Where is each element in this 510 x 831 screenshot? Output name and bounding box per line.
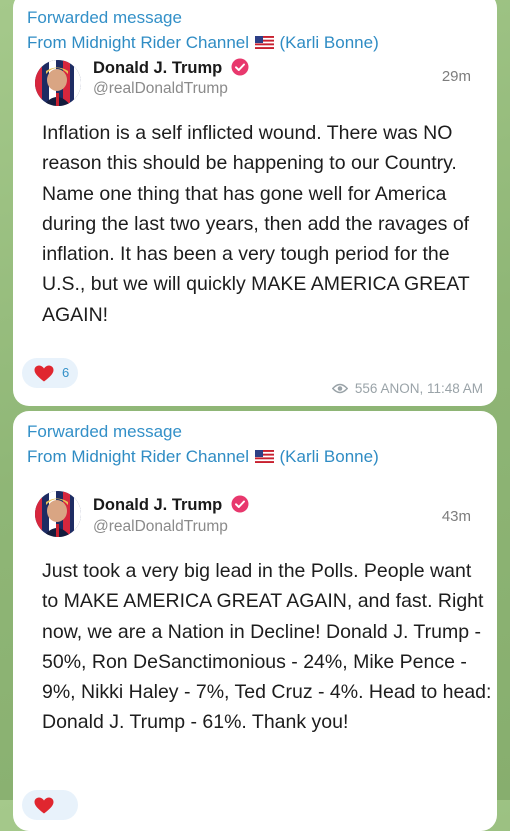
post-time: 43m	[441, 508, 471, 525]
view-count: 556	[354, 381, 378, 396]
message-bubble[interactable]: Forwarded message From Midnight Rider Ch…	[13, 0, 497, 406]
author-name: Donald J. Trump	[93, 59, 223, 77]
message-meta: 556 ANON, 11:48 AM	[332, 381, 483, 396]
verified-badge-icon	[231, 58, 249, 76]
forwarded-label: Forwarded message	[27, 422, 182, 441]
forward-source-channel: From Midnight Rider Channel	[27, 33, 250, 52]
us-flag-icon	[254, 450, 274, 463]
forward-source-link[interactable]: From Midnight Rider Channel (Karli Bonne…	[27, 447, 379, 467]
forward-source-author: (Karli Bonne)	[279, 447, 379, 466]
forward-source-author: (Karli Bonne)	[279, 33, 379, 52]
avatar[interactable]	[35, 491, 81, 537]
post-time: 29m	[441, 68, 471, 85]
forward-source-channel: From Midnight Rider Channel	[27, 447, 250, 466]
post-author[interactable]: Donald J. Trump	[93, 58, 249, 78]
post-card: Donald J. Trump @realDonaldTrump 43m Jus…	[21, 489, 491, 769]
forward-source-link[interactable]: From Midnight Rider Channel (Karli Bonne…	[27, 33, 379, 53]
reaction-button[interactable]: 6	[22, 358, 78, 388]
message-signature: ANON, 11:48 AM	[380, 381, 483, 396]
post-card: Donald J. Trump @realDonaldTrump 29m Inf…	[21, 58, 491, 358]
post-handle[interactable]: @realDonaldTrump	[93, 518, 228, 536]
post-text: Inflation is a self inflicted wound. The…	[42, 122, 470, 326]
red-heart-icon	[34, 365, 54, 382]
post-handle[interactable]: @realDonaldTrump	[93, 80, 228, 98]
author-name: Donald J. Trump	[93, 496, 223, 514]
avatar[interactable]	[35, 60, 81, 106]
verified-badge-icon	[231, 495, 249, 513]
reaction-button[interactable]	[22, 790, 78, 820]
reaction-count: 6	[62, 365, 70, 380]
forwarded-label: Forwarded message	[27, 8, 182, 27]
message-bubble[interactable]: Forwarded message From Midnight Rider Ch…	[13, 411, 497, 831]
post-text: Just took a very big lead in the Polls. …	[42, 560, 492, 734]
us-flag-icon	[254, 36, 274, 49]
eye-icon	[332, 383, 349, 394]
post-author[interactable]: Donald J. Trump	[93, 495, 249, 515]
